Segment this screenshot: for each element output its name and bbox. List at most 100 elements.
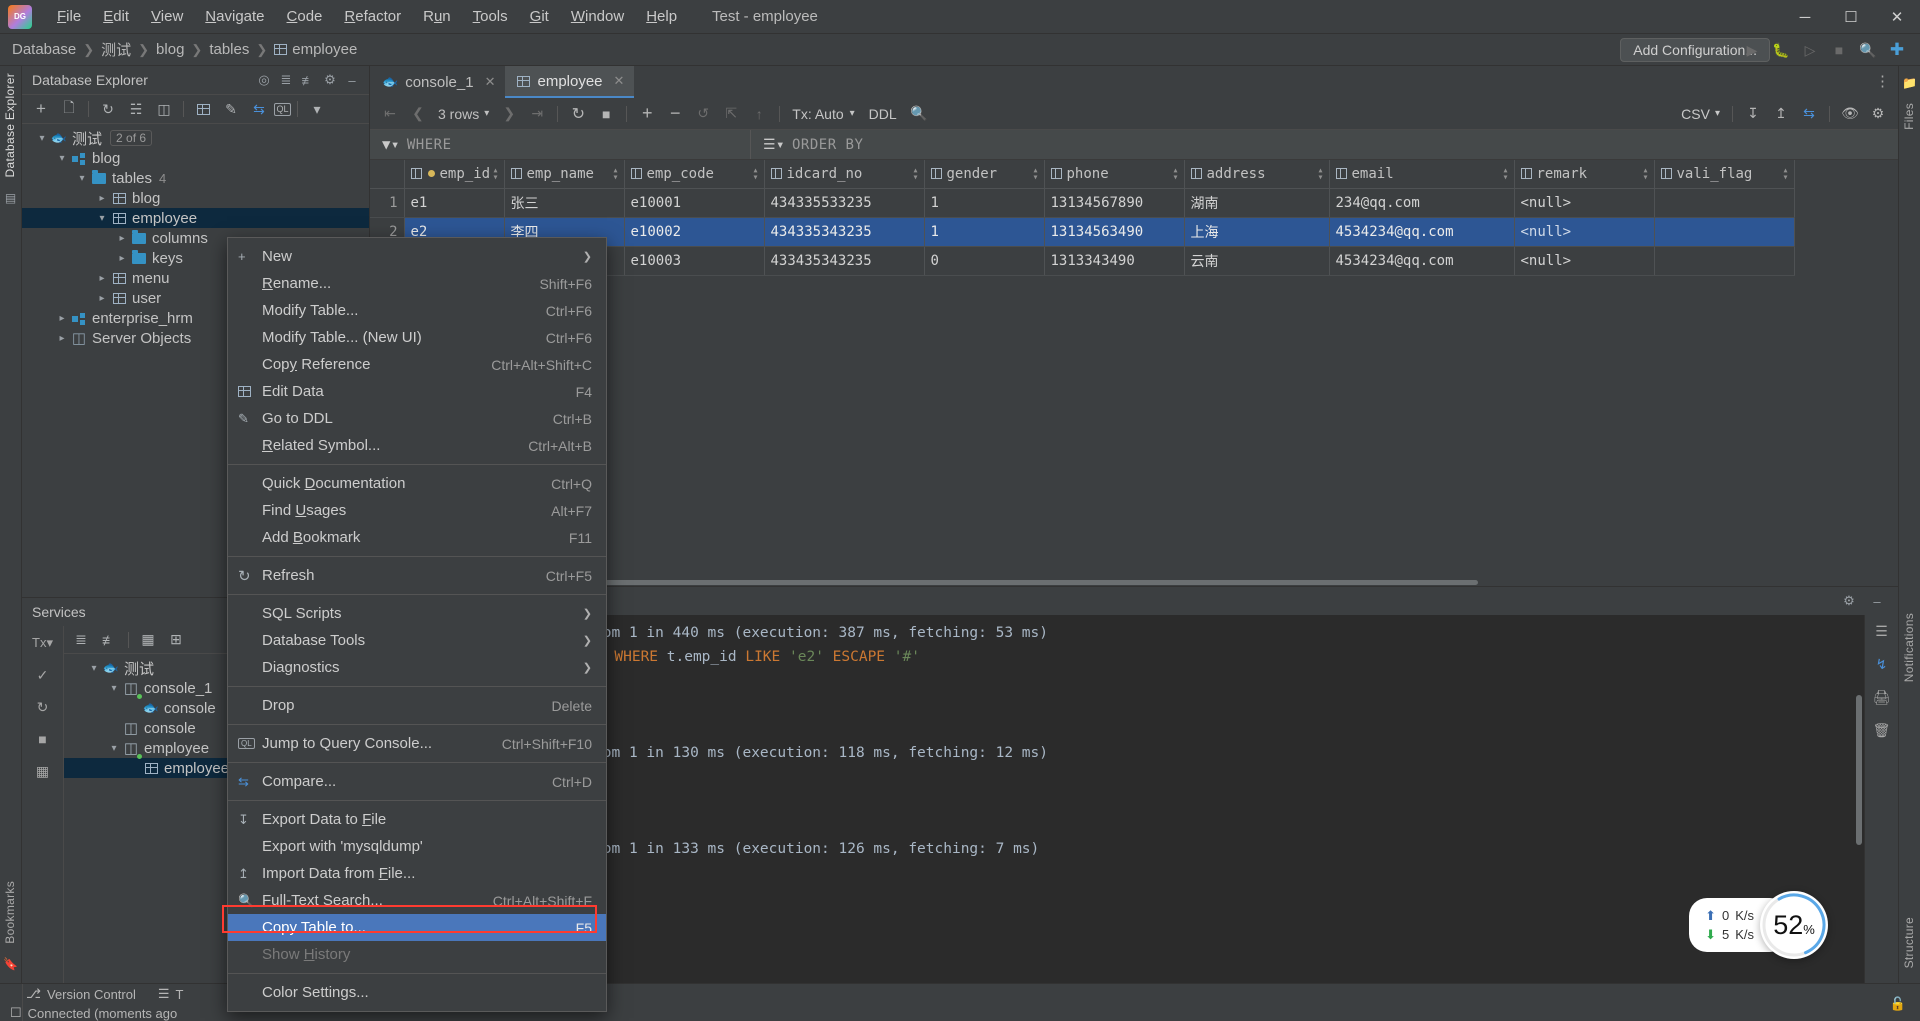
menu-item-find-usages[interactable]: Find Usages Alt+F7 <box>228 497 606 524</box>
menu-edit[interactable]: Edit <box>92 4 140 29</box>
rail-tab-files[interactable]: Files <box>1899 96 1919 137</box>
collapse-all-icon[interactable]: ≢ <box>297 69 319 91</box>
ddl-button[interactable]: DDL <box>863 106 903 122</box>
cell-address[interactable]: 上海 <box>1184 217 1330 247</box>
menu-tools[interactable]: Tools <box>462 4 519 29</box>
breadcrumb-item-table[interactable]: employee <box>292 41 357 58</box>
menu-item-jump-to-query-console[interactable]: QL Jump to Query Console... Ctrl+Shift+F… <box>228 730 606 757</box>
sort-indicator-icon[interactable]: ▴ ▾ <box>752 166 758 183</box>
column-header-gender[interactable]: gender ▴ ▾ <box>924 160 1045 189</box>
menu-item-import-data-from-file[interactable]: ↥ Import Data from File... <box>228 860 606 887</box>
cell-emp-name[interactable]: 张三 <box>504 188 625 218</box>
menu-item-database-tools[interactable]: Database Tools ❯ <box>228 627 606 654</box>
tab-employee[interactable]: employee ✕ <box>505 66 635 98</box>
column-header-vali-flag[interactable]: vali_flag ▴ ▾ <box>1654 160 1795 189</box>
tree-item-tables-folder[interactable]: ▾ tables 4 <box>22 168 369 188</box>
stop-icon[interactable]: ■ <box>594 102 618 126</box>
cell-remark[interactable]: <null> <box>1514 188 1655 218</box>
sort-indicator-icon[interactable]: ▴ ▾ <box>1032 166 1038 183</box>
locate-icon[interactable]: ◎ <box>253 69 275 91</box>
menu-run[interactable]: Run <box>412 4 462 29</box>
sql-script-icon[interactable]: ☵ <box>123 97 149 121</box>
minimize-icon[interactable]: ─ <box>1782 0 1828 34</box>
menu-item-full-text-search[interactable]: 🔍 Full-Text Search... Ctrl+Alt+Shift+F <box>228 887 606 914</box>
close-icon[interactable]: ✕ <box>485 74 496 90</box>
menu-item-rename[interactable]: Rename... Shift+F6 <box>228 270 606 297</box>
cell-emp-code[interactable]: e10003 <box>624 246 765 276</box>
rail-tab-structure[interactable]: Structure <box>1899 910 1919 975</box>
performance-widget[interactable]: ⬆ 0 K/s ⬇ 5 K/s 52% <box>1689 891 1828 959</box>
chevron-right-icon[interactable]: ▸ <box>114 253 130 264</box>
cell-idcard-no[interactable]: 434335343235 <box>764 217 925 247</box>
close-icon[interactable]: ✕ <box>614 73 625 89</box>
column-header-email[interactable]: email ▴ ▾ <box>1329 160 1515 189</box>
duplicate-icon[interactable]: 🗋 <box>56 97 82 121</box>
menu-item-quick-documentation[interactable]: Quick Documentation Ctrl+Q <box>228 470 606 497</box>
breadcrumb-item-schema[interactable]: blog <box>156 41 184 58</box>
first-page-button[interactable]: ⇤ <box>378 102 402 126</box>
context-menu[interactable]: + New ❯ Rename... Shift+F6 Modify Table.… <box>227 237 607 1012</box>
cell-emp-code[interactable]: e10001 <box>624 188 765 218</box>
sort-indicator-icon[interactable]: ▴ ▾ <box>612 166 618 183</box>
chevron-down-icon[interactable]: ▾ <box>106 683 122 694</box>
rollback-icon[interactable]: ⇱ <box>719 102 743 126</box>
chevron-down-icon[interactable]: ▾ <box>74 173 90 184</box>
menu-item-add-bookmark[interactable]: Add Bookmark F11 <box>228 524 606 551</box>
table-icon[interactable] <box>190 97 216 121</box>
files-folder-icon[interactable]: 📁 <box>1899 66 1920 96</box>
column-header-emp-id[interactable]: emp_id ▴ ▾ <box>404 160 505 189</box>
breadcrumb-item-database[interactable]: Database <box>12 41 76 58</box>
export-icon[interactable]: ↥ <box>1769 102 1793 126</box>
output-scrollbar[interactable] <box>1856 695 1862 845</box>
where-filter[interactable]: ▼▾ WHERE <box>370 130 750 159</box>
cell-gender[interactable]: 1 <box>924 217 1045 247</box>
menu-item-compare[interactable]: ⇆ Compare... Ctrl+D <box>228 768 606 795</box>
sort-indicator-icon[interactable]: ▴ ▾ <box>1317 166 1323 183</box>
refresh-icon[interactable]: ↻ <box>566 102 590 126</box>
scroll-to-end-icon[interactable]: ↯ <box>1876 656 1888 673</box>
import-icon[interactable]: ↧ <box>1741 102 1765 126</box>
last-page-button[interactable]: ⇥ <box>525 102 549 126</box>
cell-gender[interactable]: 1 <box>924 188 1045 218</box>
add-icon[interactable]: + <box>28 97 54 121</box>
cell-phone[interactable]: 13134563490 <box>1044 217 1185 247</box>
soft-wrap-icon[interactable]: ☰ <box>1875 623 1888 640</box>
rollback-icon[interactable]: ↻ <box>37 694 49 720</box>
cell-phone[interactable]: 13134567890 <box>1044 188 1185 218</box>
column-header-emp-name[interactable]: emp_name ▴ ▾ <box>504 160 625 189</box>
stop-icon[interactable]: ■ <box>1830 41 1848 59</box>
menu-item-related-symbol[interactable]: Related Symbol... Ctrl+Alt+B <box>228 432 606 459</box>
menu-view[interactable]: View <box>140 4 194 29</box>
chevron-right-icon[interactable]: ▸ <box>54 313 70 324</box>
sort-indicator-icon[interactable]: ▴ ▾ <box>912 166 918 183</box>
compare-icon[interactable]: ⇆ <box>1797 102 1821 126</box>
menu-item-modify-table[interactable]: Modify Table... Ctrl+F6 <box>228 297 606 324</box>
cell-remark[interactable]: <null> <box>1514 217 1655 247</box>
column-header-idcard-no[interactable]: idcard_no ▴ ▾ <box>764 160 925 189</box>
todo-button[interactable]: ☰ T <box>158 986 184 1002</box>
cell-address[interactable]: 云南 <box>1184 246 1330 276</box>
cell-remark[interactable]: <null> <box>1514 246 1655 276</box>
commit-icon[interactable]: ↑ <box>747 102 771 126</box>
menu-item-copy-table-to[interactable]: Copy Table to... F5 <box>228 914 606 941</box>
tx-mode-selector[interactable]: Tx: Auto ▾ <box>788 106 858 122</box>
tab-console-1[interactable]: 🐟 console_1 ✕ <box>370 66 505 98</box>
column-header-phone[interactable]: phone ▴ ▾ <box>1044 160 1185 189</box>
delete-row-button[interactable]: − <box>663 102 687 126</box>
table-row[interactable]: 1 e1 张三 e10001 434335533235 1 1313456789… <box>370 188 1795 218</box>
chevron-right-icon[interactable]: ▸ <box>94 273 110 284</box>
chevron-right-icon[interactable]: ▸ <box>114 233 130 244</box>
account-icon[interactable]: ✚ <box>1888 40 1906 59</box>
prev-page-button[interactable]: ❮ <box>406 102 430 126</box>
export-format-selector[interactable]: CSV ▾ <box>1681 106 1724 122</box>
stop-icon[interactable]: ■ <box>38 726 46 752</box>
maximize-icon[interactable]: ☐ <box>1828 0 1874 34</box>
menu-navigate[interactable]: Navigate <box>194 4 275 29</box>
chevron-down-icon[interactable]: ▾ <box>54 153 70 164</box>
collapse-all-icon[interactable]: ≢ <box>96 628 122 652</box>
breadcrumb-item-tables[interactable]: tables <box>209 41 249 58</box>
rail-tab-notifications[interactable]: Notifications <box>1899 606 1919 689</box>
delete-icon[interactable]: 🗑 <box>1873 722 1891 739</box>
hide-icon[interactable]: – <box>341 69 363 91</box>
breadcrumb-item-connection[interactable]: 测试 <box>101 39 131 60</box>
